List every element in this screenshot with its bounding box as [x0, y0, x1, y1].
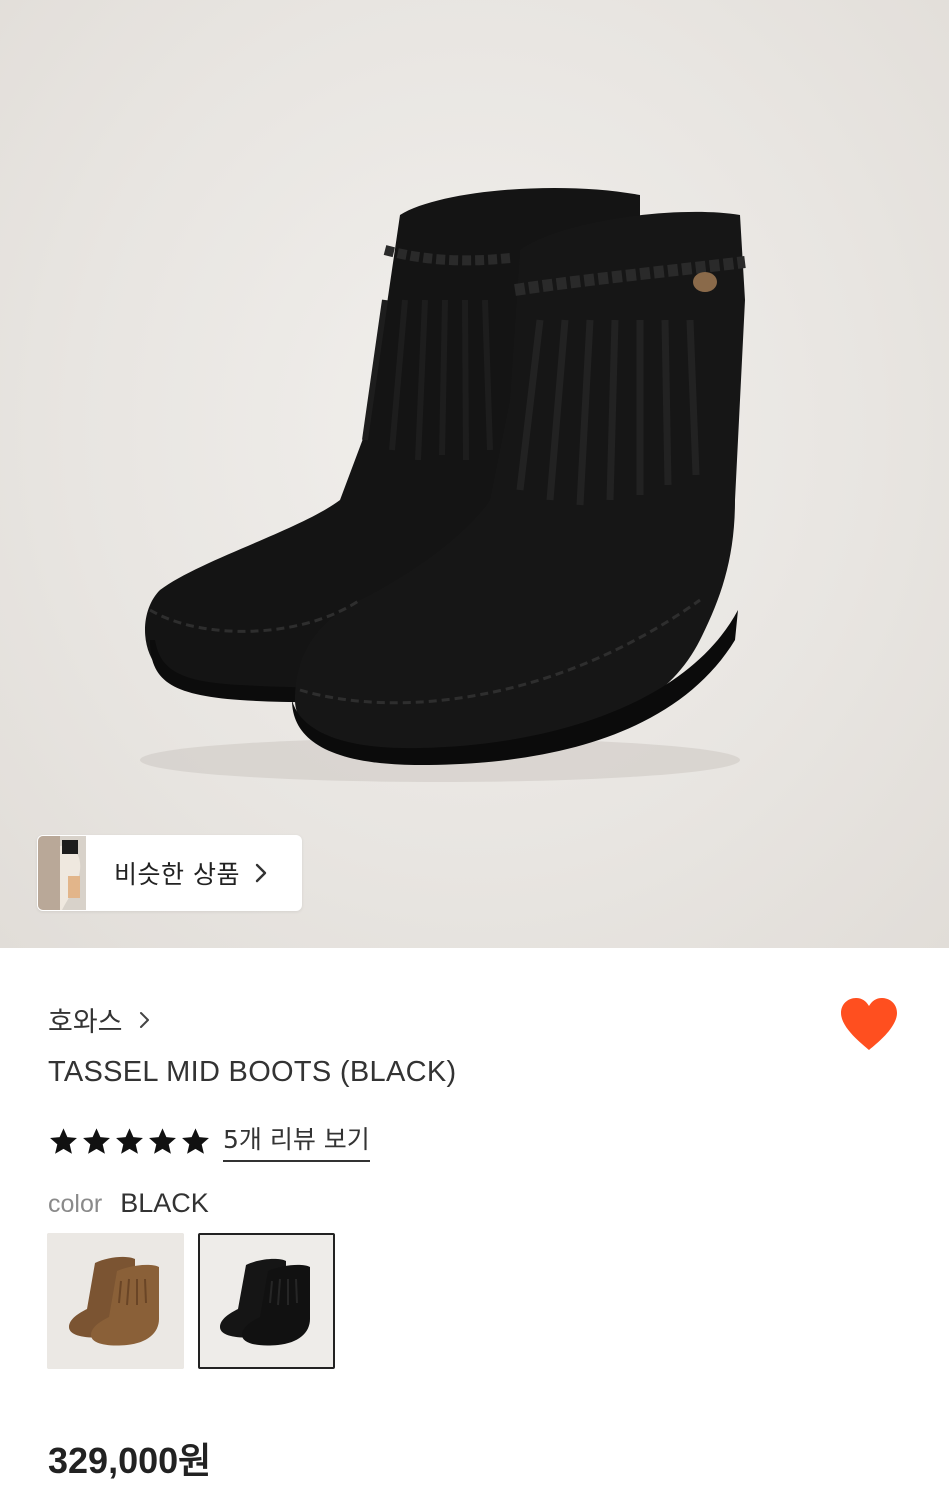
- star-icon: [83, 1127, 110, 1154]
- similar-products-button[interactable]: 비슷한 상품: [37, 835, 302, 911]
- product-title: TASSEL MID BOOTS (BLACK): [48, 1056, 457, 1088]
- star-icon: [149, 1127, 176, 1154]
- star-icon: [182, 1127, 209, 1154]
- rating-row: 5개 리뷰 보기: [48, 1120, 370, 1162]
- chevron-right-icon: [139, 1011, 149, 1028]
- color-value: BLACK: [120, 1188, 209, 1218]
- boots-photo: [140, 187, 746, 782]
- star-icon: [50, 1127, 77, 1154]
- color-swatch-brown[interactable]: [47, 1233, 184, 1369]
- brand-name: 호와스: [48, 1007, 123, 1038]
- brown-boots-thumbnail: [47, 1233, 184, 1369]
- price: 329,000원: [48, 1440, 212, 1481]
- similar-thumbnail: [38, 836, 86, 910]
- black-boots-thumbnail: [200, 1235, 333, 1367]
- product-image[interactable]: 비슷한 상품: [0, 0, 949, 948]
- heart-icon[interactable]: [838, 996, 900, 1052]
- color-label: color: [48, 1190, 103, 1218]
- color-swatch-black[interactable]: [198, 1233, 335, 1369]
- color-row: color BLACK: [48, 1188, 209, 1219]
- star-icon: [116, 1127, 143, 1154]
- similar-products-label: 비슷한 상품: [114, 860, 240, 889]
- rating-stars: [48, 1126, 211, 1157]
- chevron-right-icon: [255, 863, 267, 883]
- brand-link[interactable]: 호와스: [48, 1000, 150, 1039]
- review-link[interactable]: 5개 리뷰 보기: [223, 1120, 370, 1162]
